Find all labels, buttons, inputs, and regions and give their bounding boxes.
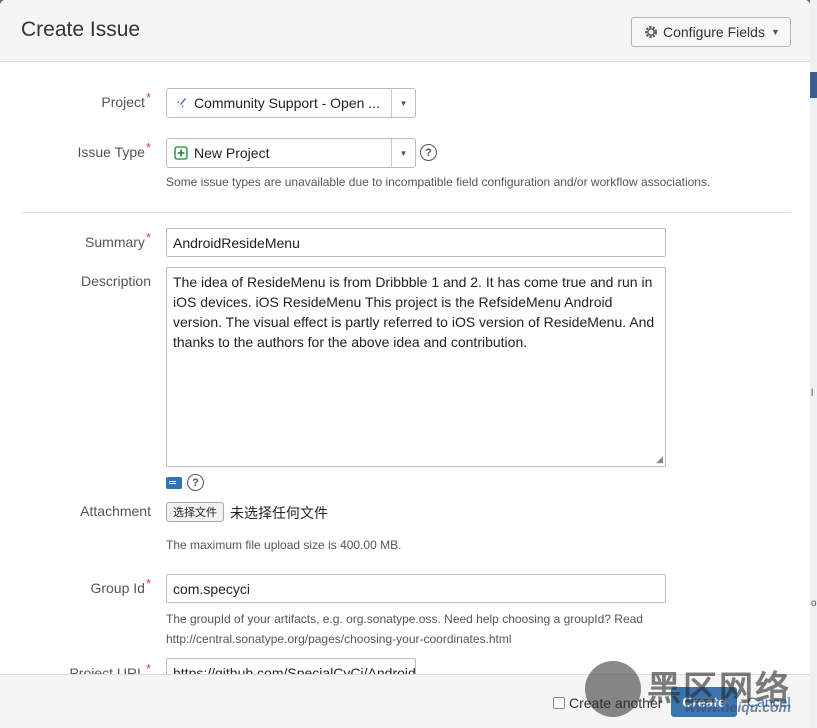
help-icon[interactable]: ? xyxy=(187,474,204,491)
group-id-hint: The groupId of your artifacts, e.g. org.… xyxy=(166,612,643,626)
configure-fields-label: Configure Fields xyxy=(663,24,765,40)
chevron-down-icon[interactable]: ▼ xyxy=(391,139,415,167)
description-label: Description xyxy=(80,273,151,289)
project-value: Community Support - Open ... xyxy=(194,95,380,111)
dialog-header: Create Issue Configure Fields ▼ xyxy=(0,0,810,62)
issue-type-value: New Project xyxy=(194,145,270,161)
create-another-label: Create another xyxy=(569,695,663,711)
file-status: 未选择任何文件 xyxy=(230,505,328,521)
configure-fields-button[interactable]: Configure Fields ▼ xyxy=(631,17,791,47)
plus-square-icon xyxy=(174,146,188,160)
create-another-checkbox[interactable] xyxy=(553,697,565,709)
create-issue-dialog: Create Issue Configure Fields ▼ Project*… xyxy=(0,0,810,728)
chevron-down-icon: ▼ xyxy=(770,27,780,37)
description-text: The idea of ResideMenu is from Dribbble … xyxy=(173,274,655,350)
section-divider xyxy=(21,212,791,213)
group-id-input[interactable]: com.specyci xyxy=(166,574,666,603)
create-button[interactable]: Create xyxy=(671,687,737,717)
background-text-fragment: l xyxy=(811,388,814,399)
project-url-input[interactable]: https://github.com/SpecialCyCi/AndroidRe… xyxy=(166,658,416,674)
background-page: l o xyxy=(810,0,817,728)
group-id-hint-link[interactable]: http://central.sonatype.org/pages/choosi… xyxy=(166,632,512,646)
required-marker: * xyxy=(145,90,151,105)
required-marker: * xyxy=(145,576,151,591)
dialog-footer: Create another Create Cancel xyxy=(0,674,810,728)
required-marker: * xyxy=(145,661,151,674)
resize-grip-icon[interactable]: ◢ xyxy=(656,455,663,464)
cancel-link[interactable]: Cancel xyxy=(747,694,791,710)
required-marker: * xyxy=(145,230,151,245)
chevron-down-icon[interactable]: ▼ xyxy=(391,89,415,117)
help-icon[interactable]: ? xyxy=(420,144,437,161)
editor-tools: ? xyxy=(166,474,204,491)
summary-label: Summary* xyxy=(85,230,151,250)
required-marker: * xyxy=(145,140,151,155)
issue-type-select[interactable]: New Project ▼ xyxy=(166,138,416,168)
choose-file-button[interactable]: 选择文件 xyxy=(166,502,224,522)
create-another-toggle[interactable]: Create another xyxy=(553,695,662,711)
rocket-icon xyxy=(177,98,186,108)
attachment-hint: The maximum file upload size is 400.00 M… xyxy=(166,538,402,552)
background-text-fragment: o xyxy=(811,598,817,609)
project-url-label: Project URL* xyxy=(69,661,151,674)
wiki-markup-icon[interactable] xyxy=(166,476,182,489)
project-label: Project* xyxy=(101,90,151,110)
dialog-body[interactable]: Project* Community Support - Open ... ▼ … xyxy=(0,62,810,674)
background-nav-bar xyxy=(810,72,817,98)
summary-input[interactable]: AndroidResideMenu xyxy=(166,228,666,257)
group-id-label: Group Id* xyxy=(90,576,151,596)
issue-type-hint: Some issue types are unavailable due to … xyxy=(166,175,711,189)
issue-type-label: Issue Type* xyxy=(77,140,151,160)
project-select[interactable]: Community Support - Open ... ▼ xyxy=(166,88,416,118)
gear-icon xyxy=(645,26,657,38)
dialog-title: Create Issue xyxy=(21,18,141,41)
description-textarea[interactable]: The idea of ResideMenu is from Dribbble … xyxy=(166,267,666,467)
attachment-label: Attachment xyxy=(80,503,151,519)
